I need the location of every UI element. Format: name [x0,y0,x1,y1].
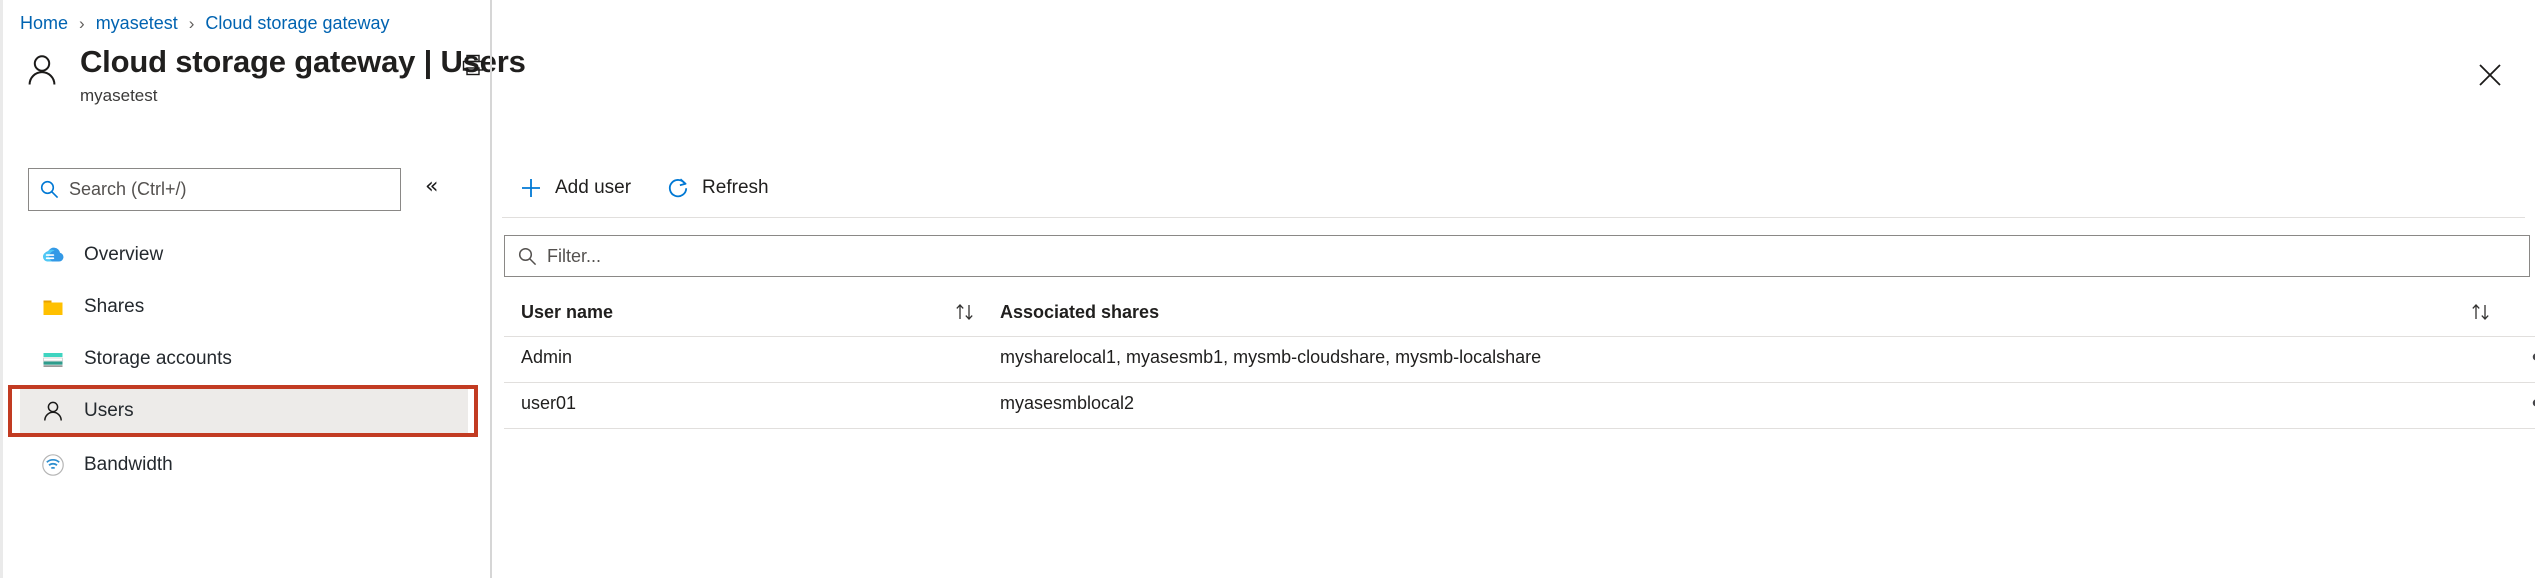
breadcrumb-item-cloud-storage-gateway[interactable]: Cloud storage gateway [205,13,389,34]
main-content: Add user Refresh Filter... User name Ass… [492,160,2535,578]
table-row[interactable]: user01 myasesmblocal2 ••• [504,380,2535,426]
sidebar-item-bandwidth[interactable]: Bandwidth [20,440,468,490]
table-row-divider [504,428,2535,429]
page-header: Cloud storage gateway | Users myasetest [20,44,2535,105]
sidebar-item-label: Shares [84,296,145,317]
breadcrumb-separator-icon: › [79,13,85,33]
sidebar-item-label: Users [84,400,134,421]
sidebar: Search (Ctrl+/) « Overview Shares Storag… [0,160,490,578]
sidebar-item-shares[interactable]: Shares [20,282,468,332]
column-header-associated-shares[interactable]: Associated shares [1000,302,1159,323]
sort-updown-icon[interactable] [2468,301,2494,323]
search-input[interactable]: Search (Ctrl+/) [28,168,401,211]
refresh-icon [665,175,691,201]
storage-account-icon [38,344,68,374]
close-icon[interactable] [2473,58,2507,92]
cell-associated-shares: mysharelocal1, myasesmb1, mysmb-cloudsha… [1000,346,1542,367]
row-more-menu-icon[interactable]: ••• [2529,345,2535,370]
cell-user-name: Admin [521,346,573,367]
search-placeholder: Search (Ctrl+/) [69,179,187,199]
filter-input[interactable]: Filter... [504,235,2530,277]
breadcrumb-item-home[interactable]: Home [20,13,68,34]
user-outline-icon [22,51,62,91]
add-user-button[interactable]: Add user [518,168,631,208]
sidebar-item-users[interactable]: Users [20,386,468,436]
search-icon [517,246,538,267]
cloud-icon [38,240,68,270]
plus-icon [518,175,544,201]
breadcrumb-item-myasetest[interactable]: myasetest [96,13,178,34]
collapse-sidebar-button[interactable]: « [425,176,438,198]
cell-user-name: user01 [521,392,577,413]
print-icon[interactable] [460,52,486,78]
search-icon [39,179,60,200]
folder-icon [38,292,68,322]
table-header-row: User name Associated shares [504,290,2535,334]
refresh-label: Refresh [702,177,769,198]
sidebar-item-storage-accounts[interactable]: Storage accounts [20,334,468,384]
table-row-divider [504,382,2535,383]
page-title: Cloud storage gateway | Users [80,44,526,79]
cell-associated-shares: myasesmblocal2 [1000,392,1135,413]
page-subtitle: myasetest [80,86,158,105]
breadcrumb-separator-icon: › [188,13,195,33]
command-bar-divider [502,217,2525,218]
users-table: User name Associated shares Admin myshar… [504,290,2535,426]
table-row[interactable]: Admin mysharelocal1, myasesmb1, mysmb-cl… [504,334,2535,380]
breadcrumb: Home › myasetest › Cloud storage gateway [20,8,390,38]
sidebar-item-label: Bandwidth [84,454,173,475]
refresh-button[interactable]: Refresh [665,168,769,208]
sidebar-item-overview[interactable]: Overview [20,230,468,280]
user-icon [38,396,68,426]
column-header-user-name[interactable]: User name [521,302,613,323]
command-bar: Add user Refresh [518,160,803,216]
sidebar-item-label: Overview [84,244,164,265]
add-user-label: Add user [555,177,632,198]
filter-placeholder: Filter... [547,245,602,266]
table-row-divider [504,336,2535,337]
row-more-menu-icon[interactable]: ••• [2529,391,2535,416]
sort-updown-icon[interactable] [952,301,978,323]
sidebar-item-label: Storage accounts [84,348,232,369]
bandwidth-icon [38,450,68,480]
